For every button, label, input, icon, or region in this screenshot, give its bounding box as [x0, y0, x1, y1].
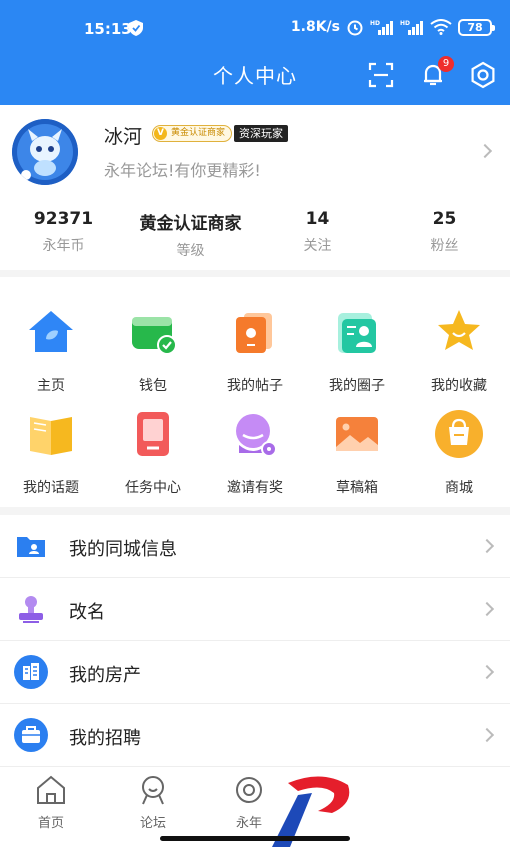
stamp-icon	[19, 596, 43, 623]
circle-icon	[338, 313, 376, 353]
notification-button[interactable]: 9	[418, 56, 454, 90]
chevron-right-icon	[479, 538, 495, 554]
stat-fans[interactable]: 25 粉丝	[381, 209, 508, 260]
shield-icon	[129, 20, 143, 36]
grid-item-favorites[interactable]: 我的收藏	[408, 305, 510, 395]
book-icon	[30, 417, 72, 455]
gesture-home-bar[interactable]	[160, 836, 350, 841]
grid-item-wallet[interactable]: 钱包	[102, 305, 204, 395]
grid-item-topics[interactable]: 我的话题	[0, 407, 102, 497]
wallet-icon	[132, 317, 177, 355]
signal-icon: HD	[370, 20, 393, 35]
avatar[interactable]	[12, 119, 78, 185]
username: 冰河	[104, 126, 143, 148]
stat-coins[interactable]: 92371 永年币	[0, 209, 127, 260]
wifi-icon	[430, 19, 452, 35]
chevron-right-icon	[479, 601, 495, 617]
mall-icon	[435, 410, 483, 458]
grid-item-home[interactable]: 主页	[0, 305, 102, 395]
status-time: 15:13	[84, 20, 132, 38]
settings-icon[interactable]	[468, 60, 498, 90]
draft-icon	[336, 417, 378, 451]
grid-item-mall[interactable]: 商城	[408, 407, 510, 497]
chevron-right-icon	[479, 664, 495, 680]
folder-user-icon	[17, 537, 45, 557]
home-icon	[29, 311, 73, 352]
star-icon	[438, 310, 480, 350]
verified-v-icon: V	[154, 127, 167, 140]
svg-text:HD: HD	[370, 20, 380, 27]
forum-tab-icon	[142, 776, 164, 805]
yongnian-tab-icon	[236, 777, 262, 803]
alarm-icon	[347, 20, 363, 36]
tab-home[interactable]: 首页	[16, 773, 86, 831]
svg-text:HD: HD	[400, 20, 410, 27]
grid-item-tasks[interactable]: 任务中心	[102, 407, 204, 497]
list-item-property[interactable]: 我的房产	[0, 641, 510, 704]
settings-list: 我的同城信息 改名 我的房产 我的招聘	[0, 515, 510, 767]
tab-forum[interactable]: 论坛	[118, 773, 188, 831]
grid-item-posts[interactable]: 我的帖子	[204, 305, 306, 395]
briefcase-icon	[14, 718, 48, 752]
grid-item-invite[interactable]: 邀请有奖	[204, 407, 306, 497]
list-item-rename[interactable]: 改名	[0, 578, 510, 641]
home-tab-icon	[37, 775, 65, 804]
user-motto: 永年论坛!有你更精彩!	[104, 161, 261, 180]
task-icon	[137, 412, 169, 456]
scan-icon[interactable]	[366, 60, 396, 90]
feature-grid: 主页 钱包 我的帖子 我的圈子 我的收藏 我的话题 任务中心 邀请有奖 草稿箱 …	[0, 277, 510, 507]
profile-card[interactable]: 冰河 V 黄金认证商家 资深玩家 永年论坛!有你更精彩! 92371 永年币 黄金认…	[0, 105, 510, 270]
verified-tag: V 黄金认证商家	[152, 125, 233, 142]
stat-level[interactable]: 黄金认证商家 等级	[127, 209, 254, 260]
building-icon	[14, 655, 48, 689]
net-speed: 1.8K/s	[290, 19, 340, 35]
stat-following[interactable]: 14 关注	[254, 209, 381, 260]
grid-item-drafts[interactable]: 草稿箱	[306, 407, 408, 497]
chevron-right-icon	[477, 143, 493, 159]
posts-icon	[236, 313, 272, 353]
avatar-image	[12, 119, 78, 185]
grid-item-circle[interactable]: 我的圈子	[306, 305, 408, 395]
signal-icon: HD	[400, 20, 423, 35]
level-tag: 资深玩家	[234, 125, 288, 142]
invite-icon	[236, 414, 277, 457]
list-item-local-info[interactable]: 我的同城信息	[0, 515, 510, 578]
notification-badge: 9	[438, 56, 454, 72]
chevron-right-icon	[479, 727, 495, 743]
battery-icon: 78	[458, 18, 495, 36]
list-item-recruitment[interactable]: 我的招聘	[0, 704, 510, 767]
app-header: 个人中心 9	[0, 50, 510, 105]
user-stats: 92371 永年币 黄金认证商家 等级 14 关注 25 粉丝	[0, 209, 510, 260]
